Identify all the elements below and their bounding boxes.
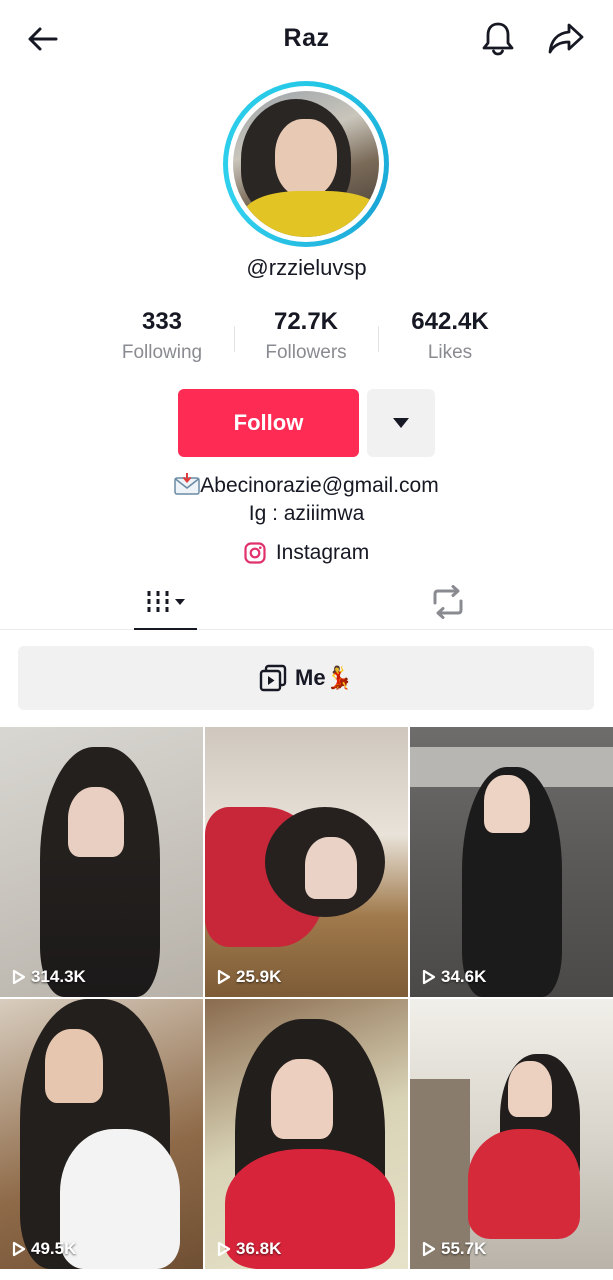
envelope-icon [174,472,201,495]
likes-count: 642.4K [411,308,489,335]
more-options-button[interactable] [367,389,435,457]
video-tile[interactable]: 34.6K [410,727,613,997]
active-tab-indicator [134,628,197,630]
followers-count: 72.7K [273,308,339,335]
stat-followers[interactable]: 72.7K Followers [234,308,378,364]
bio: Abecinorazie@gmail.com Ig : aziiimwa [0,472,613,528]
view-count: 55.7K [422,1239,486,1259]
video-tile[interactable]: 25.9K [205,727,408,997]
tab-videos[interactable] [134,574,197,630]
repost-icon [433,585,463,619]
play-icon [12,1241,26,1257]
following-label: Following [121,342,203,363]
caret-down-icon [393,418,409,428]
view-count: 314.3K [12,967,86,987]
profile-stats: 333 Following 72.7K Followers 642.4K Lik… [90,308,523,374]
video-tile[interactable]: 36.8K [205,999,408,1269]
username: @rzzieluvsp [246,255,367,280]
bell-icon [482,22,514,56]
content-tabs [0,574,613,630]
instagram-link-label: Instagram [275,541,370,564]
instagram-link[interactable]: Instagram [0,541,613,565]
stat-following[interactable]: 333 Following [90,308,234,364]
playlist-button[interactable]: Me💃 [18,646,594,710]
notifications-button[interactable] [476,16,520,60]
view-count: 36.8K [217,1239,281,1259]
follow-button[interactable]: Follow [178,389,359,457]
bio-instagram-handle: Ig : aziiimwa [248,502,365,525]
likes-label: Likes [427,342,473,363]
tab-reposts[interactable] [420,574,476,630]
play-icon [422,969,436,985]
followers-label: Followers [265,342,347,363]
grid-videos-icon [147,591,185,613]
video-tile[interactable]: 55.7K [410,999,613,1269]
playlist-icon [259,664,287,692]
instagram-icon [244,542,266,564]
play-icon [217,1241,231,1257]
stat-likes[interactable]: 642.4K Likes [378,308,522,364]
play-icon [217,969,231,985]
view-count: 49.5K [12,1239,76,1259]
page-title: Raz [283,24,330,52]
video-tile[interactable]: 49.5K [0,999,203,1269]
avatar[interactable] [223,81,389,247]
following-count: 333 [141,308,183,335]
play-icon [422,1241,436,1257]
video-tile[interactable]: 314.3K [0,727,203,997]
share-button[interactable] [544,16,588,60]
view-count: 25.9K [217,967,281,987]
avatar-image [233,91,379,237]
share-icon [548,23,584,54]
bio-email: Abecinorazie@gmail.com [200,474,439,497]
play-icon [12,969,26,985]
view-count: 34.6K [422,967,486,987]
playlist-label: Me💃 [295,665,353,690]
top-bar: Raz [0,0,613,76]
